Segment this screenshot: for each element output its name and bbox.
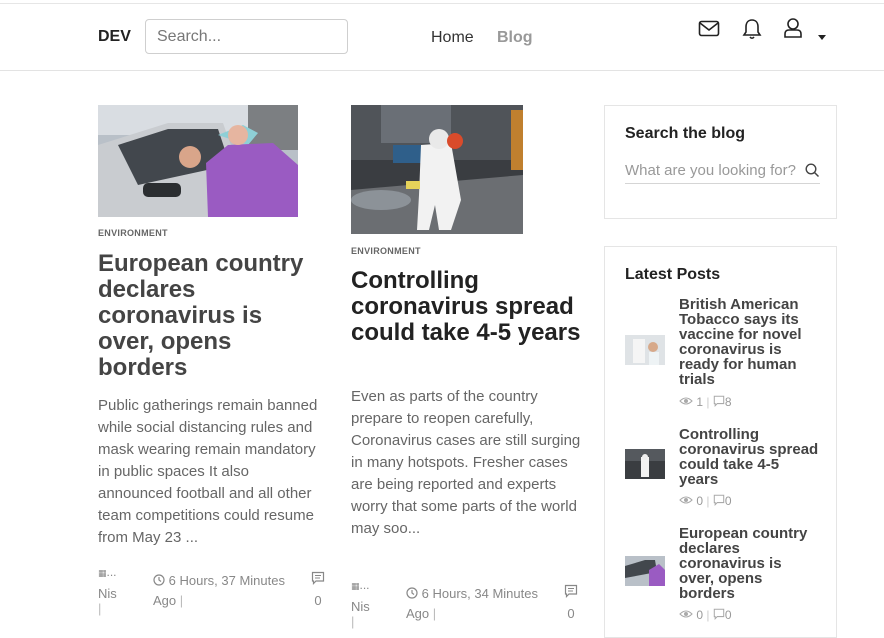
latest-post-item[interactable]: European country declares coronavirus is…: [625, 526, 825, 626]
author-name[interactable]: Nis: [98, 586, 117, 601]
brand-logo[interactable]: DEV: [98, 28, 131, 46]
latest-post-meta: 0 | 0: [679, 494, 732, 508]
post-thumbnail[interactable]: [98, 105, 298, 217]
post-thumbnail[interactable]: [351, 105, 523, 234]
user-icon[interactable]: [783, 17, 803, 44]
latest-posts-widget: Latest Posts British American Tobacco sa…: [604, 246, 837, 638]
post-category[interactable]: ENVIRONMENT: [351, 246, 421, 256]
latest-post-item[interactable]: British American Tobacco says its vaccin…: [625, 297, 825, 417]
nav-home[interactable]: Home: [431, 29, 474, 47]
caret-down-icon[interactable]: [818, 35, 826, 40]
comment-icon: [713, 494, 725, 508]
latest-post-item[interactable]: Controlling coronavirus spread could tak…: [625, 427, 825, 512]
post-author[interactable]: ▦... Nis |: [98, 565, 122, 616]
latest-post-thumbnail[interactable]: [625, 556, 665, 586]
post-card: ENVIRONMENT Controlling coronavirus spre…: [351, 105, 583, 629]
search-widget: Search the blog: [604, 105, 837, 219]
post-excerpt: Public gatherings remain banned while so…: [98, 397, 318, 546]
comment-icon: [713, 608, 725, 622]
latest-post-title[interactable]: Controlling coronavirus spread could tak…: [679, 427, 819, 487]
clock-icon: [153, 573, 165, 588]
meta-separator: |: [351, 614, 355, 629]
post-title[interactable]: Controlling coronavirus spread could tak…: [351, 268, 583, 346]
meta-separator: |: [98, 601, 102, 616]
navbar: DEV Home Blog: [0, 4, 884, 71]
author-name[interactable]: Nis: [351, 599, 370, 614]
latest-post-title[interactable]: European country declares coronavirus is…: [679, 526, 819, 601]
eye-icon: [679, 608, 693, 622]
post-comments[interactable]: 0: [311, 571, 325, 611]
search-input[interactable]: [145, 19, 348, 54]
clock-icon: [406, 586, 418, 601]
comment-icon: [564, 584, 578, 601]
nav-blog[interactable]: Blog: [497, 29, 533, 47]
post-time: 6 Hours, 37 Minutes Ago |: [153, 573, 285, 608]
post-category[interactable]: ENVIRONMENT: [98, 228, 168, 238]
post-time: 6 Hours, 34 Minutes Ago |: [406, 586, 538, 621]
author-avatar: ▦...: [351, 578, 370, 592]
search-icon[interactable]: [805, 163, 820, 183]
author-avatar: ▦...: [98, 565, 117, 579]
latest-post-meta: 0 | 0: [679, 608, 732, 622]
bell-icon[interactable]: [742, 18, 762, 45]
latest-post-thumbnail[interactable]: [625, 335, 665, 365]
latest-post-thumbnail[interactable]: [625, 449, 665, 479]
post-excerpt: Even as parts of the country prepare to …: [351, 388, 581, 537]
eye-icon: [679, 494, 693, 508]
post-comments[interactable]: 0: [564, 584, 578, 624]
latest-post-title[interactable]: British American Tobacco says its vaccin…: [679, 297, 819, 387]
eye-icon: [679, 395, 693, 409]
mail-icon[interactable]: [698, 20, 720, 43]
post-author[interactable]: ▦... Nis |: [351, 578, 375, 629]
blog-search-input[interactable]: [625, 162, 820, 184]
post-title[interactable]: European country declares coronavirus is…: [98, 251, 323, 381]
search-widget-heading: Search the blog: [625, 125, 746, 142]
comment-icon: [311, 571, 325, 588]
latest-post-meta: 1 | 8: [679, 395, 732, 409]
comment-icon: [713, 395, 725, 409]
post-card: ENVIRONMENT European country declares co…: [98, 105, 325, 616]
latest-posts-heading: Latest Posts: [625, 266, 721, 283]
